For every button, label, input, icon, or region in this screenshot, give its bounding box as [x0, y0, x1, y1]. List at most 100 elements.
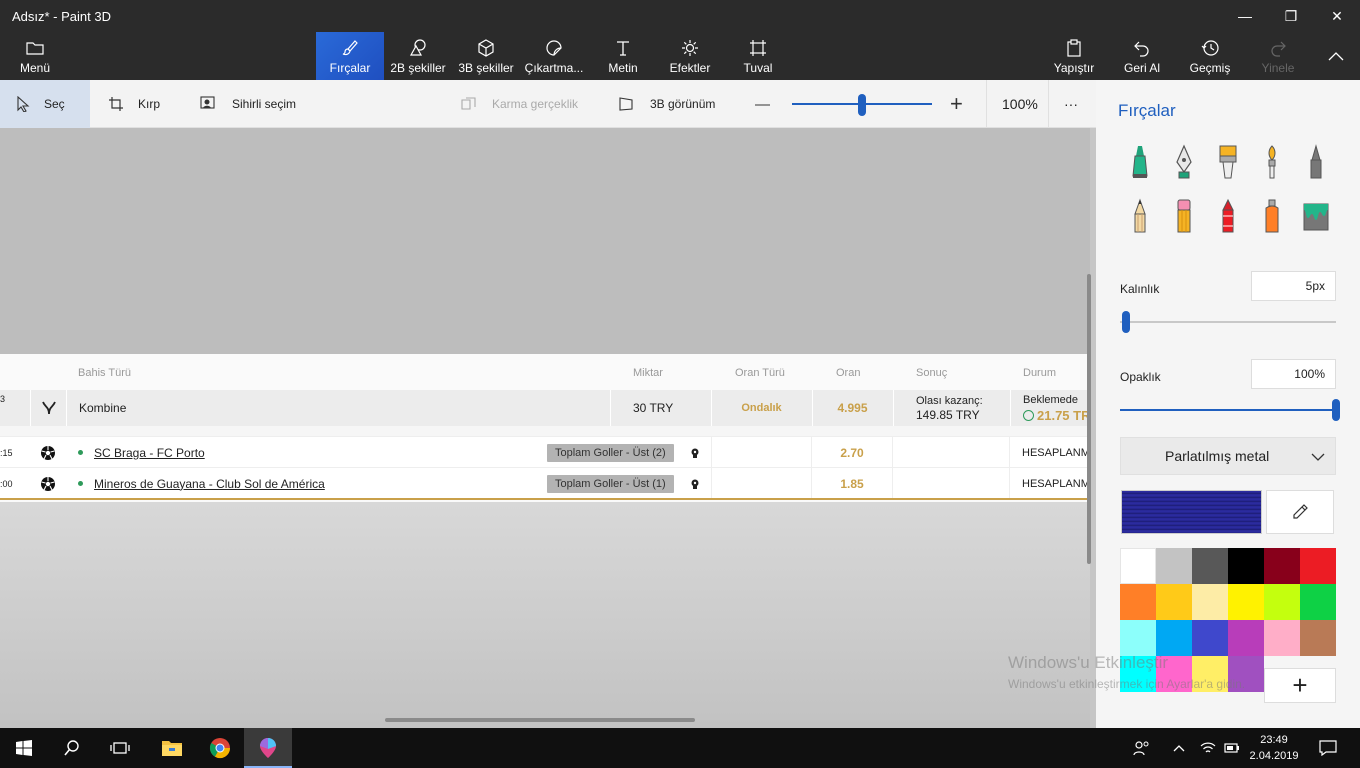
bet-type-value: Kombine	[66, 390, 609, 426]
match-link[interactable]: Mineros de Guayana - Club Sol de América	[94, 477, 325, 491]
tool-3d-shapes[interactable]: 3B şekiller	[454, 32, 518, 80]
notifications-button[interactable]	[1308, 728, 1348, 768]
color-swatch[interactable]	[1264, 620, 1300, 656]
taskbar: 23:49 2.04.2019	[0, 728, 1360, 768]
fill-bucket-brush[interactable]	[1302, 196, 1330, 236]
row-spacer	[0, 426, 1090, 436]
tool-stickers[interactable]: Çıkartma...	[522, 32, 586, 80]
battery-button[interactable]	[1220, 728, 1244, 768]
redo-icon	[1268, 38, 1288, 58]
close-button[interactable]: ✕	[1314, 0, 1360, 32]
tool-canvas[interactable]: Tuval	[732, 32, 784, 80]
crop-button[interactable]: Kırp	[108, 80, 160, 128]
header-odds: Oran	[836, 367, 861, 379]
undo-button[interactable]: Geri Al	[1118, 32, 1166, 80]
view-3d-button[interactable]: 3B görünüm	[618, 80, 715, 128]
pixel-pen-brush[interactable]	[1302, 142, 1330, 182]
marker-brush[interactable]	[1126, 142, 1154, 182]
clock[interactable]: 23:49 2.04.2019	[1246, 732, 1302, 764]
thickness-slider[interactable]	[1120, 321, 1336, 323]
spray-can-icon	[1265, 199, 1279, 233]
current-color-swatch[interactable]	[1121, 490, 1262, 534]
plus-icon: +	[1292, 670, 1308, 700]
divider	[892, 437, 893, 467]
tool-text[interactable]: Metin	[596, 32, 650, 80]
start-button[interactable]	[0, 728, 48, 768]
minimize-icon: —	[1238, 8, 1252, 24]
tool-label: Çıkartma...	[524, 61, 584, 75]
color-swatch[interactable]	[1156, 584, 1192, 620]
color-swatch[interactable]	[1300, 620, 1336, 656]
color-swatch[interactable]	[1120, 620, 1156, 656]
maximize-button[interactable]: ❐	[1268, 0, 1314, 32]
tool-brushes[interactable]: Fırçalar	[316, 32, 384, 80]
redo-button[interactable]: Yinele	[1254, 32, 1302, 80]
vertical-scrollbar[interactable]	[1087, 274, 1091, 564]
thickness-slider-thumb[interactable]	[1122, 311, 1131, 333]
color-swatch[interactable]	[1120, 548, 1156, 584]
paint3d-button[interactable]	[244, 728, 292, 768]
color-swatch[interactable]	[1120, 584, 1156, 620]
header-amount: Miktar	[633, 367, 663, 379]
tool-label: Fırçalar	[329, 61, 371, 75]
tool-2d-shapes[interactable]: 2B şekiller	[386, 32, 450, 80]
zoom-in-button[interactable]: +	[950, 80, 963, 128]
color-swatch[interactable]	[1156, 620, 1192, 656]
color-swatch[interactable]	[1228, 620, 1264, 656]
watercolor-brush[interactable]	[1258, 142, 1286, 182]
search-button[interactable]	[48, 728, 96, 768]
color-swatch[interactable]	[1264, 548, 1300, 584]
calligraphy-pen-brush[interactable]	[1170, 142, 1198, 182]
people-button[interactable]	[1122, 728, 1162, 768]
separator	[1048, 80, 1049, 128]
color-swatch[interactable]	[1264, 584, 1300, 620]
color-swatch[interactable]	[1192, 620, 1228, 656]
network-button[interactable]	[1196, 728, 1220, 768]
row-status: HESAPLANM/	[1022, 446, 1090, 459]
chrome-button[interactable]	[196, 728, 244, 768]
zoom-out-icon: —	[755, 95, 770, 113]
color-swatch[interactable]	[1228, 584, 1264, 620]
add-color-button[interactable]: +	[1264, 668, 1336, 703]
crayon-brush[interactable]	[1214, 196, 1242, 236]
tool-effects[interactable]: Efektler	[662, 32, 718, 80]
status-cell: Beklemede 21.75 TR	[1010, 390, 1090, 426]
color-swatch[interactable]	[1192, 548, 1228, 584]
zoom-out-button[interactable]: —	[755, 80, 770, 128]
drawing-canvas[interactable]: Bahis Türü Miktar Oran Türü Oran Sonuç D…	[0, 128, 1096, 728]
thickness-input[interactable]: 5px	[1251, 271, 1336, 301]
color-swatch[interactable]	[1228, 548, 1264, 584]
minimize-button[interactable]: —	[1222, 0, 1268, 32]
folder-icon	[26, 38, 44, 58]
show-hidden-icons-button[interactable]	[1162, 728, 1196, 768]
horizontal-scrollbar[interactable]	[385, 718, 695, 722]
spray-can-brush[interactable]	[1258, 196, 1286, 236]
eyedropper-button[interactable]	[1266, 490, 1334, 534]
paste-button[interactable]: Yapıştır	[1050, 32, 1098, 80]
eraser-brush[interactable]	[1170, 196, 1198, 236]
color-swatch[interactable]	[1300, 548, 1336, 584]
history-button[interactable]: Geçmiş	[1186, 32, 1234, 80]
collapse-toolbar-button[interactable]	[1318, 32, 1354, 80]
mixed-reality-button[interactable]: Karma gerçeklik	[460, 80, 578, 128]
file-explorer-button[interactable]	[148, 728, 196, 768]
color-swatch[interactable]	[1192, 584, 1228, 620]
oil-brush[interactable]	[1214, 142, 1242, 182]
color-swatch[interactable]	[1300, 584, 1336, 620]
pasted-bet-slip: Bahis Türü Miktar Oran Türü Oran Sonuç D…	[0, 354, 1090, 502]
menu-button[interactable]: Menü	[8, 32, 62, 80]
select-button[interactable]: Seç	[0, 80, 90, 128]
opacity-slider[interactable]	[1120, 409, 1336, 411]
opacity-input[interactable]: 100%	[1251, 359, 1336, 389]
task-view-button[interactable]	[96, 728, 144, 768]
pixel-pen-icon	[1310, 144, 1322, 179]
color-swatch[interactable]	[1156, 548, 1192, 584]
pencil-brush[interactable]	[1126, 196, 1154, 236]
more-options-button[interactable]: ···	[1064, 80, 1078, 128]
magic-select-button[interactable]: Sihirli seçim	[200, 80, 296, 128]
material-dropdown[interactable]: Parlatılmış metal	[1120, 437, 1336, 475]
opacity-slider-thumb[interactable]	[1332, 399, 1340, 421]
match-link[interactable]: SC Braga - FC Porto	[94, 446, 205, 460]
zoom-level[interactable]: 100%	[1002, 80, 1038, 128]
zoom-slider-thumb[interactable]	[858, 94, 866, 116]
